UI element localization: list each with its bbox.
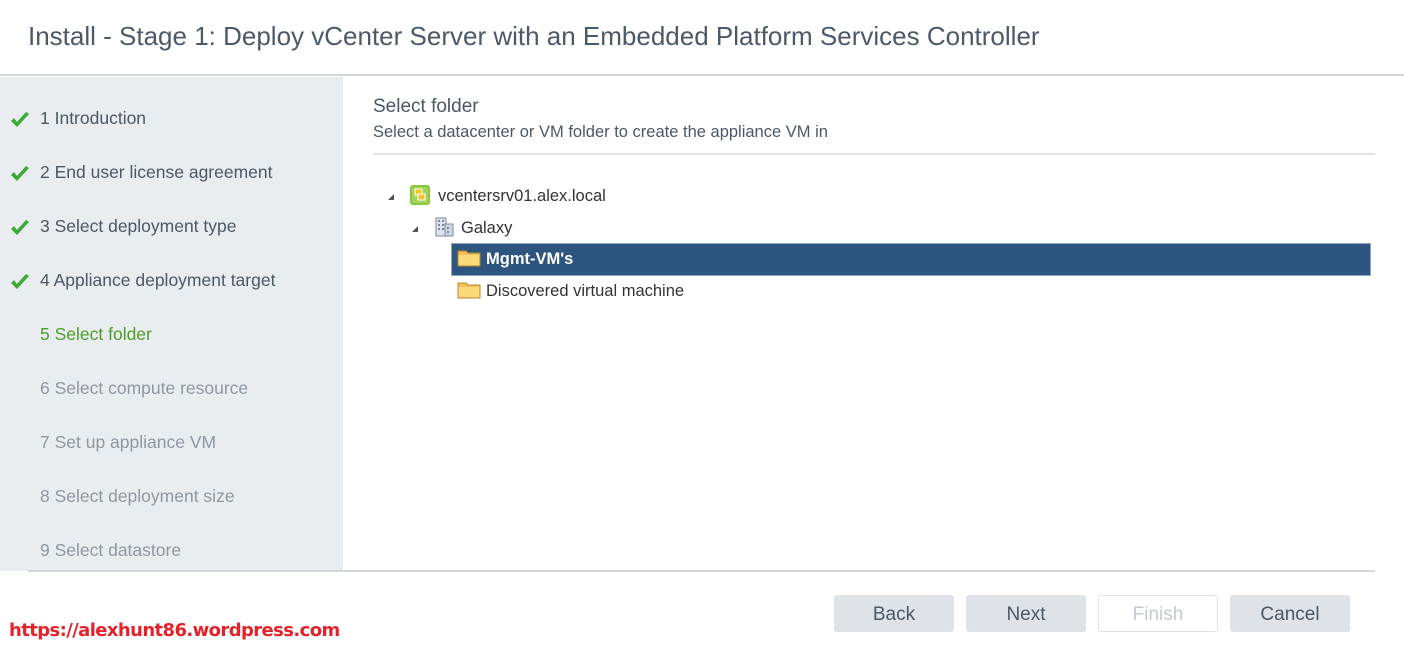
check-icon — [11, 112, 29, 127]
section-title: Select folder — [373, 96, 479, 117]
check-icon — [11, 274, 29, 289]
wizard-steps-sidebar: 1 Introduction 2 End user license agreem… — [0, 77, 343, 571]
step-label: 5 Select folder — [40, 324, 152, 344]
watermark-url: https://alexhunt86.wordpress.com — [9, 620, 340, 641]
step-select-folder[interactable]: 5 Select folder — [0, 323, 343, 347]
step-label: 1 Introduction — [40, 108, 147, 128]
window-title: Install - Stage 1: Deploy vCenter Server… — [28, 21, 1040, 51]
tree-node-folder-discovered-vms[interactable]: Discovered virtual machine — [451, 276, 851, 306]
finish-button: Finish — [1098, 595, 1218, 632]
step-deployment-type[interactable]: 3 Select deployment type — [0, 215, 343, 239]
tree-node-datacenter[interactable]: Galaxy — [407, 213, 807, 243]
footer-divider — [28, 570, 1375, 572]
step-label: 2 End user license agreement — [40, 162, 273, 182]
step-select-datastore: 9 Select datastore — [0, 539, 343, 563]
folder-icon — [457, 250, 481, 267]
tree-node-label: vcentersrv01.alex.local — [438, 186, 606, 205]
tree-node-label: Galaxy — [461, 218, 513, 237]
section-divider — [373, 153, 1375, 155]
step-label: 3 Select deployment type — [40, 216, 237, 236]
step-deployment-target[interactable]: 4 Appliance deployment target — [0, 269, 343, 293]
check-icon — [11, 166, 29, 181]
tree-node-vcenter[interactable]: vcentersrv01.alex.local — [383, 181, 783, 211]
tree-node-folder-mgmt-vms[interactable]: Mgmt-VM's — [451, 243, 1371, 276]
vcenter-server-icon — [410, 185, 430, 205]
step-compute-resource: 6 Select compute resource — [0, 377, 343, 401]
main-content: Select folder Select a datacenter or VM … — [343, 77, 1404, 571]
step-label: 7 Set up appliance VM — [40, 432, 217, 452]
expand-triangle-icon[interactable] — [412, 226, 418, 232]
step-label: 9 Select datastore — [40, 540, 182, 560]
section-subtitle: Select a datacenter or VM folder to crea… — [373, 123, 828, 141]
tree-node-label: Discovered virtual machine — [486, 281, 685, 300]
datacenter-icon — [435, 217, 454, 237]
step-label: 8 Select deployment size — [40, 486, 235, 506]
next-button[interactable]: Next — [966, 595, 1086, 632]
step-eula[interactable]: 2 End user license agreement — [0, 161, 343, 185]
step-label: 4 Appliance deployment target — [40, 270, 276, 290]
cancel-button[interactable]: Cancel — [1230, 595, 1350, 632]
tree-node-label: Mgmt-VM's — [486, 250, 574, 268]
check-icon — [11, 220, 29, 235]
step-label: 6 Select compute resource — [40, 378, 249, 398]
back-button[interactable]: Back — [834, 595, 954, 632]
window-header: Install - Stage 1: Deploy vCenter Server… — [0, 0, 1404, 76]
step-introduction[interactable]: 1 Introduction — [0, 107, 343, 131]
expand-triangle-icon[interactable] — [388, 194, 394, 200]
folder-icon — [457, 282, 481, 299]
step-setup-appliance-vm: 7 Set up appliance VM — [0, 431, 343, 455]
step-deployment-size: 8 Select deployment size — [0, 485, 343, 509]
